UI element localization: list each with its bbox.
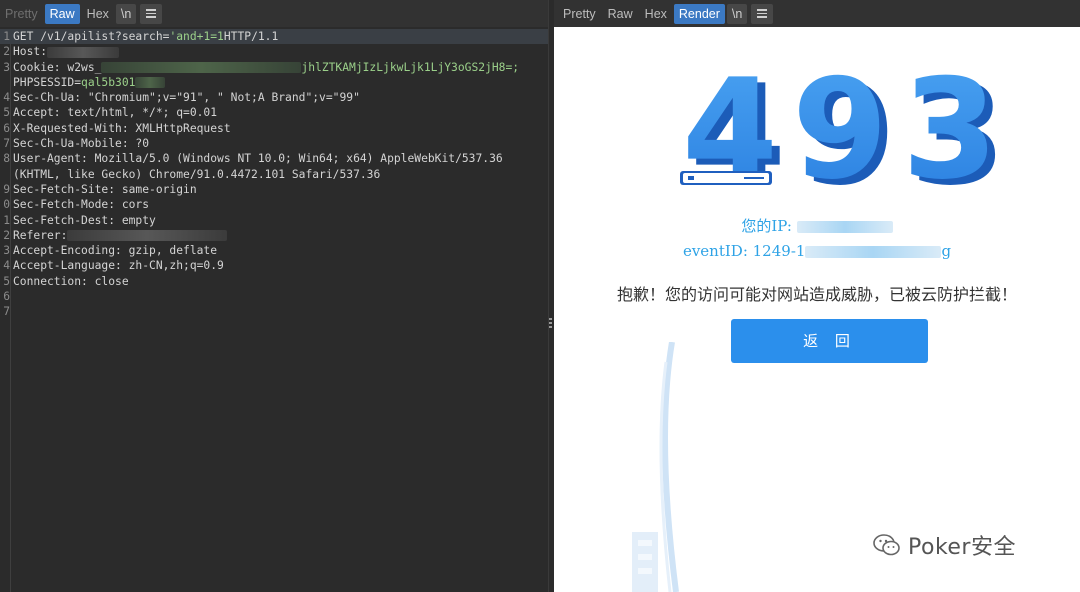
tab-raw[interactable]: Raw: [603, 4, 638, 24]
request-text: Accept-Encoding: gzip, deflate: [13, 244, 218, 258]
tab-raw[interactable]: Raw: [44, 3, 80, 24]
ip-line: 您的IP:: [554, 215, 1080, 236]
hamburger-menu-icon[interactable]: [140, 3, 163, 24]
line-number: 1: [3, 30, 10, 43]
request-text: Connection: close: [13, 274, 129, 288]
request-line[interactable]: 4 Accept-Language: zh-CN,zh;q=0.9: [0, 258, 548, 273]
request-text: Accept: text/html, */*; q=0.01: [13, 106, 218, 120]
request-text: 'and+1=1: [169, 30, 224, 43]
back-button[interactable]: 返 回: [731, 319, 928, 363]
request-line[interactable]: 4 Sec-Ch-Ua: "Chromium";v="91", " Not;A B…: [0, 90, 548, 105]
response-pane: Pretty Raw Hex Render \n 493 493 您的IP: e…: [554, 0, 1080, 592]
request-line[interactable]: 7 Sec-Ch-Ua-Mobile: ?0: [0, 136, 548, 151]
request-line[interactable]: 9 Sec-Fetch-Site: same-origin: [0, 182, 548, 197]
line-number: 6: [3, 290, 10, 304]
watermark-text: Poker安全: [908, 535, 1016, 560]
event-id-tail: g: [941, 242, 952, 260]
drag-handle-icon[interactable]: [549, 318, 552, 330]
line-number: 2: [3, 45, 10, 59]
line-number: 2: [3, 228, 10, 242]
request-text: X-Requested-With: XMLHttpRequest: [13, 121, 231, 135]
request-line[interactable]: 3 Cookie: w2ws_ jhlZTKAMjIzLjkwLjk1LjY3oGS…: [0, 60, 548, 75]
line-number: 5: [3, 274, 10, 288]
request-text: Sec-Fetch-Site: same-origin: [13, 182, 197, 196]
request-text: qal5b301: [81, 75, 136, 89]
watermark: Poker安全: [872, 529, 1016, 561]
redacted-text: [47, 46, 120, 58]
request-line[interactable]: 6: [0, 289, 548, 304]
request-line[interactable]: (KHTML, like Gecko) Chrome/91.0.4472.101…: [0, 167, 548, 182]
request-line[interactable]: 8 User-Agent: Mozilla/5.0 (Windows NT 10.…: [0, 151, 548, 166]
ip-label: 您的IP:: [741, 217, 797, 235]
tab-hex[interactable]: Hex: [640, 4, 672, 24]
hamburger-menu-icon[interactable]: [751, 3, 774, 24]
wechat-icon: [873, 534, 900, 556]
request-text: jhlZTKAMjIzLjkwLjk1LjY3oGS2jH8=;: [301, 60, 520, 74]
line-number: 0: [3, 198, 10, 212]
request-text: HTTP/1.1: [223, 30, 279, 43]
request-text: (KHTML, like Gecko) Chrome/91.0.4472.101…: [13, 167, 381, 181]
request-line[interactable]: 5 Accept: text/html, */*; q=0.01: [0, 105, 548, 120]
block-message: 抱歉！您的访问可能对网站造成威胁，已被云防护拦截！: [616, 285, 1017, 304]
line-number: 1: [3, 213, 10, 227]
line-number: 4: [3, 259, 10, 273]
request-text: Sec-Fetch-Dest: empty: [13, 213, 156, 227]
tab-newline[interactable]: \n: [115, 3, 137, 24]
tab-pretty[interactable]: Pretty: [558, 4, 601, 24]
error-code-graphic: 493 493: [680, 65, 1006, 205]
request-text: PHPSESSID=: [13, 75, 82, 89]
request-line[interactable]: 5 Connection: close: [0, 274, 548, 289]
request-text: Sec-Ch-Ua-Mobile: ?0: [13, 137, 150, 151]
tab-newline[interactable]: \n: [726, 3, 748, 24]
redacted-text: [135, 77, 166, 89]
request-line[interactable]: 2 Referer:: [0, 228, 548, 243]
event-id-redaction: [805, 246, 942, 258]
request-line[interactable]: PHPSESSID=qal5b301: [0, 75, 548, 90]
render-view: 493 493 您的IP: eventID: 1249-1 g 抱歉！您的访问可能…: [554, 27, 1080, 592]
request-toolbar: Pretty Raw Hex \n: [0, 0, 548, 27]
server-icon: [680, 171, 772, 185]
request-line[interactable]: 2 Host:: [0, 44, 548, 59]
line-number: 7: [3, 305, 10, 319]
redacted-text: [101, 62, 302, 74]
request-text: Sec-Fetch-Mode: cors: [13, 198, 150, 212]
request-text: Cookie: w2ws_: [13, 60, 102, 74]
request-line[interactable]: 3 Accept-Encoding: gzip, deflate: [0, 243, 548, 258]
request-line[interactable]: 1 GET /v1/apilist?search='and+1=1 HTTP/1.…: [0, 29, 548, 45]
request-editor[interactable]: 1 GET /v1/apilist?search='and+1=1 HTTP/1.…: [0, 29, 548, 592]
request-text: GET /v1/apilist?search=: [13, 30, 170, 43]
line-number: 5: [3, 106, 10, 120]
request-line[interactable]: 0 Sec-Fetch-Mode: cors: [0, 197, 548, 212]
tab-render[interactable]: Render: [673, 3, 725, 24]
request-text: Sec-Ch-Ua: "Chromium";v="91", " Not;A Br…: [13, 91, 360, 105]
request-text: User-Agent: Mozilla/5.0 (Windows NT 10.0…: [13, 152, 503, 166]
request-text: Accept-Language: zh-CN,zh;q=0.9: [13, 259, 224, 273]
request-line[interactable]: 7: [0, 304, 548, 319]
request-line[interactable]: 1 Sec-Fetch-Dest: empty: [0, 213, 548, 228]
event-id-label: eventID: 1249-1: [682, 242, 806, 260]
tab-pretty[interactable]: Pretty: [0, 4, 43, 24]
redacted-text: [67, 230, 228, 242]
event-id-line: eventID: 1249-1 g: [554, 242, 1080, 260]
request-line[interactable]: 6 X-Requested-With: XMLHttpRequest: [0, 121, 548, 136]
line-number: 9: [3, 182, 10, 196]
line-number: 8: [3, 152, 10, 166]
tab-hex[interactable]: Hex: [82, 4, 114, 24]
line-number: 3: [3, 244, 10, 258]
line-number: 4: [3, 91, 10, 105]
line-number: 6: [3, 121, 10, 135]
request-text: Host:: [13, 45, 48, 59]
request-text: Referer:: [13, 228, 68, 242]
line-number: 7: [3, 137, 10, 151]
request-pane: Pretty Raw Hex \n 1 GET /v1/apilist?searc…: [0, 0, 548, 592]
response-toolbar: Pretty Raw Hex Render \n: [554, 0, 1080, 27]
line-number: 3: [3, 60, 10, 74]
ip-redaction: [796, 221, 893, 233]
